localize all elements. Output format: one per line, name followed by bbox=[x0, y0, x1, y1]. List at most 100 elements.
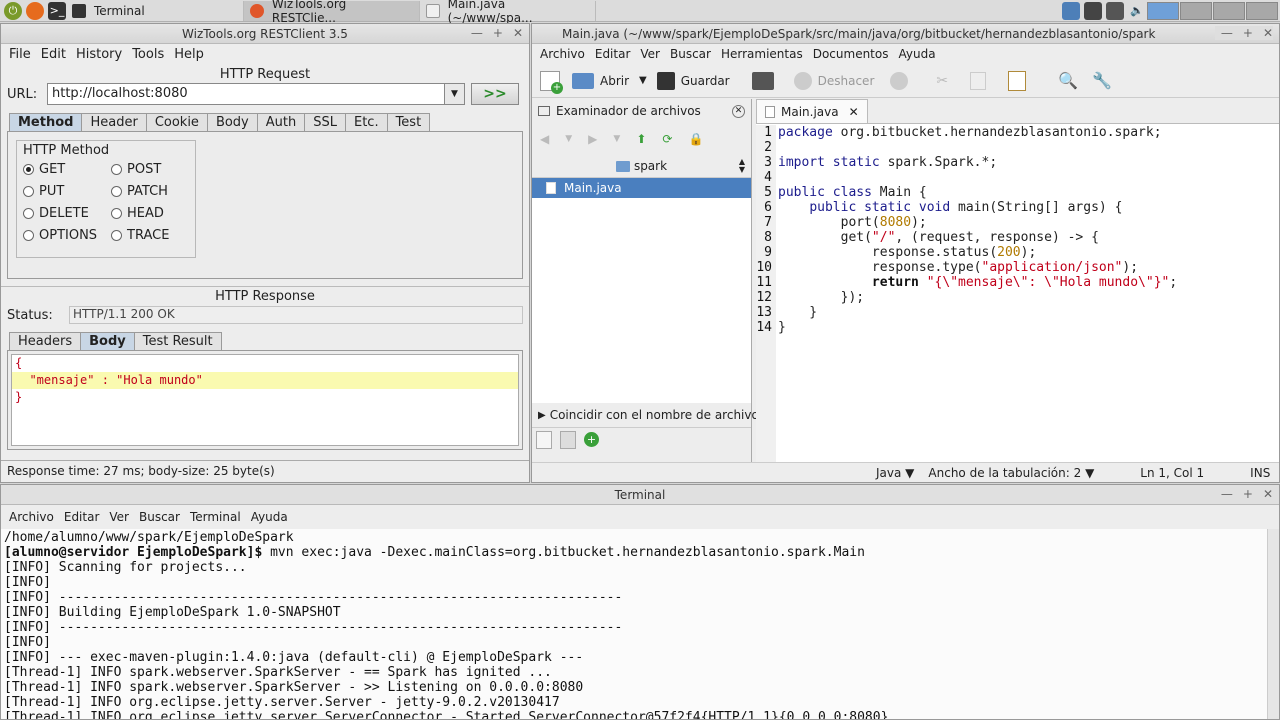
menu-edit[interactable]: Edit bbox=[37, 47, 70, 62]
tab-headers[interactable]: Headers bbox=[9, 332, 82, 350]
find-icon[interactable]: 🔍 bbox=[1058, 71, 1078, 90]
minimize-icon[interactable]: — bbox=[1221, 26, 1233, 40]
app-menu-icon[interactable]: ⏻ bbox=[4, 1, 22, 20]
replace-icon[interactable]: 🔧 bbox=[1092, 71, 1112, 90]
code-view[interactable]: 1 2 3 4 5 6 7 8 9 10 11 12 13 14 package org.bitbucke… bbox=[756, 123, 1279, 462]
menu-editar[interactable]: Editar bbox=[60, 510, 104, 524]
maximize-icon[interactable]: + bbox=[1243, 487, 1253, 501]
lock-icon[interactable]: 🔒 bbox=[688, 132, 703, 146]
line-number: 4 bbox=[764, 170, 772, 185]
close-icon[interactable]: ✕ bbox=[513, 26, 523, 40]
menu-ayuda[interactable]: Ayuda bbox=[894, 47, 939, 61]
menu-documentos[interactable]: Documentos bbox=[809, 47, 893, 61]
add-tab-icon[interactable]: + bbox=[584, 432, 599, 447]
paste-icon[interactable] bbox=[1008, 70, 1027, 91]
menu-herramientas[interactable]: Herramientas bbox=[717, 47, 807, 61]
radio-put[interactable]: PUT bbox=[23, 184, 111, 199]
go-button[interactable]: >> bbox=[471, 83, 519, 105]
minimize-icon[interactable]: — bbox=[1221, 487, 1233, 501]
menu-tools[interactable]: Tools bbox=[128, 47, 168, 62]
back-history-icon[interactable]: ▼ bbox=[565, 134, 572, 144]
menu-buscar[interactable]: Buscar bbox=[135, 510, 184, 524]
minimize-icon[interactable]: — bbox=[471, 26, 483, 40]
gedit-window: Main.java (~/www/spark/EjemploDeSpark/sr… bbox=[531, 23, 1280, 483]
menu-ayuda[interactable]: Ayuda bbox=[247, 510, 292, 524]
open-dropdown-icon[interactable]: ▼ bbox=[639, 75, 647, 86]
cut-icon[interactable]: ✂ bbox=[936, 73, 948, 89]
maximize-icon[interactable]: + bbox=[493, 26, 503, 40]
task-restclient[interactable]: WizTools.org RESTClie... bbox=[244, 0, 420, 25]
tab-width-selector[interactable]: Ancho de la tabulación: 2 ▼ bbox=[928, 466, 1094, 480]
terminal-launcher-icon[interactable]: >_ bbox=[48, 1, 66, 20]
close-icon[interactable]: ✕ bbox=[1263, 487, 1273, 501]
display-icon[interactable] bbox=[1106, 1, 1124, 20]
workspace-1[interactable] bbox=[1147, 1, 1179, 20]
folder-selector[interactable]: spark ▲ ▼ bbox=[532, 155, 751, 177]
menu-archivo[interactable]: Archivo bbox=[536, 47, 589, 61]
tab-main-java[interactable]: Main.java ✕ bbox=[756, 99, 868, 123]
terminal-scrollbar[interactable] bbox=[1267, 529, 1279, 719]
tab-method[interactable]: Method bbox=[9, 113, 83, 131]
copy-icon[interactable] bbox=[970, 71, 987, 90]
firefox-icon[interactable] bbox=[26, 1, 44, 20]
radio-head[interactable]: HEAD bbox=[111, 206, 197, 221]
file-browser-tab-icon[interactable] bbox=[560, 430, 576, 449]
workspace-4[interactable] bbox=[1246, 1, 1278, 20]
print-icon[interactable] bbox=[751, 71, 774, 90]
menu-file[interactable]: File bbox=[5, 47, 35, 62]
tab-body[interactable]: Body bbox=[206, 113, 258, 131]
filter-option[interactable]: ▶ Coincidir con el nombre de archivo bbox=[532, 403, 759, 427]
menu-terminal[interactable]: Terminal bbox=[186, 510, 245, 524]
volume-icon[interactable]: 🔈 bbox=[1128, 2, 1146, 20]
radio-options[interactable]: OPTIONS bbox=[23, 228, 111, 243]
open-button[interactable]: Abrir bbox=[572, 72, 629, 89]
redo-icon[interactable] bbox=[890, 71, 909, 90]
radio-post[interactable]: POST bbox=[111, 162, 197, 177]
radio-get[interactable]: GET bbox=[23, 162, 111, 177]
list-item[interactable]: Main.java bbox=[532, 178, 751, 198]
back-icon[interactable]: ◀ bbox=[540, 132, 549, 146]
undo-button[interactable]: Deshacer bbox=[793, 71, 874, 90]
close-tab-icon[interactable]: ✕ bbox=[849, 105, 859, 119]
menu-archivo[interactable]: Archivo bbox=[5, 510, 58, 524]
url-history-dropdown[interactable]: ▼ bbox=[445, 83, 465, 105]
tray-apps-icon[interactable] bbox=[1084, 1, 1102, 20]
forward-icon[interactable]: ▶ bbox=[588, 132, 597, 146]
menu-buscar[interactable]: Buscar bbox=[666, 47, 715, 61]
new-file-icon[interactable]: + bbox=[540, 70, 563, 94]
menu-editar[interactable]: Editar bbox=[591, 47, 635, 61]
close-side-panel-icon[interactable]: ✕ bbox=[732, 104, 745, 118]
radio-delete[interactable]: DELETE bbox=[23, 206, 111, 221]
refresh-icon[interactable]: ⟳ bbox=[662, 132, 672, 146]
tab-cookie[interactable]: Cookie bbox=[145, 113, 208, 131]
url-input[interactable]: http://localhost:8080 bbox=[47, 83, 445, 105]
task-terminal[interactable]: Terminal bbox=[66, 0, 244, 21]
documents-tab-icon[interactable] bbox=[536, 430, 552, 449]
menu-history[interactable]: History bbox=[72, 47, 126, 62]
menu-ver[interactable]: Ver bbox=[105, 510, 133, 524]
tab-ssl[interactable]: SSL bbox=[304, 113, 346, 131]
workspace-3[interactable] bbox=[1213, 1, 1245, 20]
tab-test[interactable]: Test bbox=[386, 113, 431, 131]
menu-help[interactable]: Help bbox=[170, 47, 208, 62]
up-icon[interactable]: ⬆ bbox=[636, 132, 646, 146]
maximize-icon[interactable]: + bbox=[1243, 26, 1253, 40]
menu-ver[interactable]: Ver bbox=[636, 47, 664, 61]
workspace-2[interactable] bbox=[1180, 1, 1212, 20]
tab-response-body[interactable]: Body bbox=[80, 332, 135, 350]
tab-auth[interactable]: Auth bbox=[256, 113, 306, 131]
tab-test-result[interactable]: Test Result bbox=[133, 332, 222, 350]
radio-trace[interactable]: TRACE bbox=[111, 228, 197, 243]
terminal-output[interactable]: /home/alumno/www/spark/EjemploDeSpark [a… bbox=[1, 529, 1279, 719]
split-divider[interactable] bbox=[1, 279, 529, 287]
forward-history-icon[interactable]: ▼ bbox=[613, 134, 620, 144]
radio-patch[interactable]: PATCH bbox=[111, 184, 197, 199]
network-icon[interactable] bbox=[1062, 1, 1080, 20]
tab-etc[interactable]: Etc. bbox=[344, 113, 388, 131]
tab-header[interactable]: Header bbox=[81, 113, 147, 131]
save-button[interactable]: Guardar bbox=[656, 71, 730, 90]
task-gedit[interactable]: Main.java (~/www/spa... bbox=[420, 0, 596, 25]
close-icon[interactable]: ✕ bbox=[1263, 26, 1273, 40]
language-selector[interactable]: Java ▼ bbox=[876, 466, 914, 480]
response-body-text[interactable]: { "mensaje" : "Hola mundo" } bbox=[11, 354, 519, 446]
